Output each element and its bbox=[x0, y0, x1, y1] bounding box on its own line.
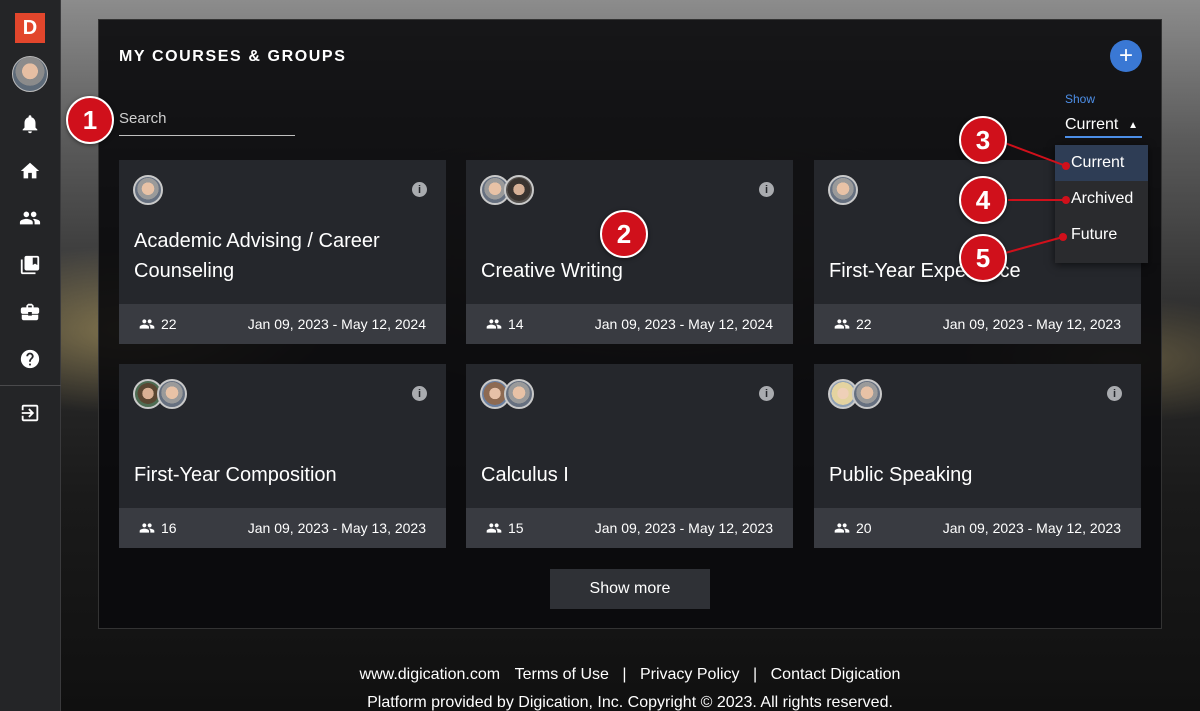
card-footer: 22 Jan 09, 2023 - May 12, 2024 bbox=[119, 304, 446, 344]
course-dates: Jan 09, 2023 - May 12, 2024 bbox=[594, 316, 773, 332]
course-card[interactable]: i Public Speaking 20 Jan 09, 2023 - May … bbox=[814, 364, 1141, 548]
sidebar-divider bbox=[0, 385, 61, 386]
show-more-button[interactable]: Show more bbox=[550, 569, 710, 609]
card-footer: 15 Jan 09, 2023 - May 12, 2023 bbox=[466, 508, 793, 548]
people-icon bbox=[834, 523, 850, 533]
info-icon[interactable]: i bbox=[412, 386, 427, 401]
course-card[interactable]: i Academic Advising / Career Counseling … bbox=[119, 160, 446, 344]
callout-4: 4 bbox=[959, 176, 1007, 224]
people-icon bbox=[486, 319, 502, 329]
avatar bbox=[157, 379, 187, 409]
callout-3: 3 bbox=[959, 116, 1007, 164]
member-count: 22 bbox=[834, 316, 872, 332]
avatar bbox=[133, 175, 163, 205]
member-count: 14 bbox=[486, 316, 524, 332]
card-avatars bbox=[828, 175, 858, 205]
avatar bbox=[504, 379, 534, 409]
briefcase-icon[interactable] bbox=[0, 288, 61, 335]
card-avatars bbox=[480, 379, 534, 409]
course-title[interactable]: Calculus I bbox=[481, 460, 778, 490]
course-title[interactable]: First-Year Composition bbox=[134, 460, 431, 490]
bell-icon[interactable] bbox=[0, 100, 61, 147]
course-dates: Jan 09, 2023 - May 13, 2023 bbox=[247, 520, 426, 536]
card-avatars bbox=[133, 379, 187, 409]
footer-separator: | bbox=[753, 666, 758, 683]
footer-links: www.digication.com Terms of Use | Privac… bbox=[0, 666, 1200, 684]
menu-item-future[interactable]: Future bbox=[1055, 217, 1148, 253]
member-count-value: 16 bbox=[161, 520, 177, 536]
book-icon[interactable] bbox=[0, 241, 61, 288]
course-title[interactable]: Academic Advising / Career Counseling bbox=[134, 226, 431, 286]
footer-privacy-link[interactable]: Privacy Policy bbox=[640, 666, 740, 683]
home-icon[interactable] bbox=[0, 147, 61, 194]
footer-contact-link[interactable]: Contact Digication bbox=[771, 666, 901, 683]
course-dates: Jan 09, 2023 - May 12, 2024 bbox=[247, 316, 426, 332]
info-icon[interactable]: i bbox=[412, 182, 427, 197]
card-footer: 22 Jan 09, 2023 - May 12, 2023 bbox=[814, 304, 1141, 344]
logout-icon[interactable] bbox=[0, 389, 61, 436]
footer-terms-link[interactable]: Terms of Use bbox=[515, 666, 609, 683]
course-card[interactable]: i Calculus I 15 Jan 09, 2023 - May 12, 2… bbox=[466, 364, 793, 548]
sidebar: D bbox=[0, 0, 61, 711]
member-count: 15 bbox=[486, 520, 524, 536]
page-title: MY COURSES & GROUPS bbox=[119, 48, 347, 65]
course-title[interactable]: Public Speaking bbox=[829, 460, 1126, 490]
callout-1: 1 bbox=[66, 96, 114, 144]
people-icon bbox=[139, 523, 155, 533]
card-footer: 20 Jan 09, 2023 - May 12, 2023 bbox=[814, 508, 1141, 548]
help-icon[interactable] bbox=[0, 335, 61, 382]
caret-up-icon: ▲ bbox=[1128, 119, 1138, 131]
add-course-button[interactable]: + bbox=[1110, 40, 1142, 72]
people-icon bbox=[139, 319, 155, 329]
member-count: 16 bbox=[139, 520, 177, 536]
info-icon[interactable]: i bbox=[1107, 386, 1122, 401]
search-field[interactable] bbox=[119, 110, 295, 136]
user-avatar[interactable] bbox=[12, 56, 48, 92]
course-dates: Jan 09, 2023 - May 12, 2023 bbox=[594, 520, 773, 536]
info-icon[interactable]: i bbox=[759, 386, 774, 401]
callout-2: 2 bbox=[600, 210, 648, 258]
people-icon[interactable] bbox=[0, 194, 61, 241]
show-filter-menu: Current Archived Future bbox=[1055, 145, 1148, 263]
card-footer: 16 Jan 09, 2023 - May 13, 2023 bbox=[119, 508, 446, 548]
footer-copyright: Platform provided by Digication, Inc. Co… bbox=[367, 694, 893, 711]
show-filter-select[interactable]: Current ▲ bbox=[1065, 114, 1142, 138]
info-icon[interactable]: i bbox=[759, 182, 774, 197]
course-dates: Jan 09, 2023 - May 12, 2023 bbox=[942, 520, 1121, 536]
member-count-value: 22 bbox=[856, 316, 872, 332]
menu-item-current[interactable]: Current bbox=[1055, 145, 1148, 181]
footer-site-link[interactable]: www.digication.com bbox=[360, 666, 501, 683]
member-count-value: 20 bbox=[856, 520, 872, 536]
footer-separator: | bbox=[622, 666, 627, 683]
avatar bbox=[504, 175, 534, 205]
avatar bbox=[852, 379, 882, 409]
callout-5: 5 bbox=[959, 234, 1007, 282]
people-icon bbox=[486, 523, 502, 533]
show-filter-label: Show bbox=[1065, 92, 1096, 106]
card-footer: 14 Jan 09, 2023 - May 12, 2024 bbox=[466, 304, 793, 344]
course-dates: Jan 09, 2023 - May 12, 2023 bbox=[942, 316, 1121, 332]
member-count: 22 bbox=[139, 316, 177, 332]
member-count: 20 bbox=[834, 520, 872, 536]
card-avatars bbox=[133, 175, 163, 205]
menu-item-archived[interactable]: Archived bbox=[1055, 181, 1148, 217]
search-input[interactable] bbox=[119, 110, 295, 127]
course-card[interactable]: i First-Year Composition 16 Jan 09, 2023… bbox=[119, 364, 446, 548]
avatar bbox=[828, 175, 858, 205]
digication-logo[interactable]: D bbox=[15, 13, 45, 43]
show-filter-value: Current bbox=[1065, 116, 1119, 133]
member-count-value: 22 bbox=[161, 316, 177, 332]
courses-panel: MY COURSES & GROUPS + Show Current ▲ i A… bbox=[98, 19, 1162, 629]
course-title[interactable]: Creative Writing bbox=[481, 256, 778, 286]
people-icon bbox=[834, 319, 850, 329]
card-avatars bbox=[828, 379, 882, 409]
member-count-value: 14 bbox=[508, 316, 524, 332]
member-count-value: 15 bbox=[508, 520, 524, 536]
card-avatars bbox=[480, 175, 534, 205]
